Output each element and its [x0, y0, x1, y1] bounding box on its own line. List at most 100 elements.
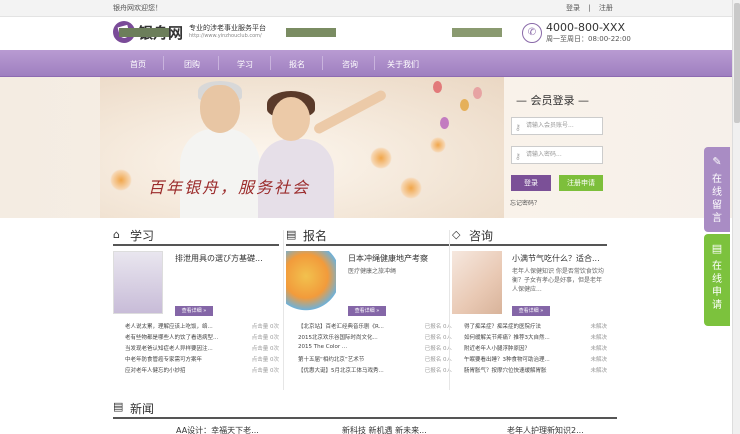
account-field[interactable]: ⚷ 请输入会员账号... — [511, 117, 603, 135]
featured-thumbnail[interactable] — [452, 251, 502, 314]
list-item[interactable]: 【优惠大诞】5月北京工体马戏秀... 已报名 0人 — [286, 366, 452, 377]
section-title: 报名 — [303, 229, 328, 243]
nav-home[interactable]: 首页 — [130, 59, 146, 70]
list-item[interactable]: 【北京站】百老汇经典音乐剧《R... 已报名 0人 — [286, 322, 452, 333]
forgot-password-link[interactable]: 忘记密码？ — [510, 198, 540, 207]
side-tab-label: 在线申请 — [712, 261, 722, 311]
item-title[interactable]: 第十五届“相约北京”艺术节 — [298, 355, 364, 363]
featured-thumbnail[interactable] — [113, 251, 163, 314]
item-title[interactable]: 【北京站】百老汇经典音乐剧《R... — [298, 322, 384, 330]
item-title[interactable]: 中老年防食管癌专家需可方案年 — [125, 355, 202, 363]
phone-number: 4000-800-XXX — [546, 21, 625, 34]
item-meta: 已报名 0人 — [424, 335, 452, 341]
register-link[interactable]: 注册 — [599, 4, 613, 12]
online-message-tab[interactable]: ✎ 在线留言 — [704, 147, 730, 232]
page-scrollbar[interactable] — [732, 0, 740, 434]
list-item[interactable]: 得了痴呆症？痴呆症的医院疗法 未解决 — [452, 322, 607, 333]
item-title[interactable]: 当发现老爸认知症老人异样要因注... — [125, 344, 213, 352]
news-thumbnail[interactable] — [452, 28, 502, 37]
question-list: 得了痴呆症？痴呆症的医院疗法 未解决 如何缓解关节疼痛？推荐3大自然... 未解决 … — [452, 322, 607, 377]
study-icon: ⌂ — [113, 228, 120, 241]
phone-contact: ✆ 4000-800-XXX 周一至周日：08:00-22:00 — [522, 21, 631, 44]
item-title[interactable]: 【优惠大诞】5月北京工体马戏秀... — [298, 366, 384, 374]
item-meta: 未解决 — [590, 357, 607, 363]
news-thumbnail[interactable] — [286, 28, 336, 37]
top-bar: 银舟网欢迎您！ 登录 | 注册 — [0, 0, 740, 17]
item-meta: 已报名 0人 — [424, 357, 452, 363]
nav-divider — [270, 56, 271, 70]
item-meta: 点击量 0次 — [251, 346, 279, 352]
featured-thumbnail[interactable] — [286, 251, 336, 314]
item-title[interactable]: 如何缓解关节疼痛？推荐3大自然... — [464, 333, 550, 341]
item-title[interactable]: 肠胃胀气？按摩穴位快速缓解胃胀 — [464, 366, 547, 374]
list-item[interactable]: 2015北京欢乐谷国际时尚文化... 已报名 0人 — [286, 333, 452, 344]
more-details-button[interactable]: 查看详细 » — [512, 306, 550, 316]
account-placeholder: 请输入会员账号... — [526, 122, 574, 129]
password-field[interactable]: ⚷ 请输入密码... — [511, 146, 603, 164]
register-button[interactable]: 注册申请 — [559, 175, 603, 191]
member-login-panel: — 会员登录 — ⚷ 请输入会员账号... ⚷ 请输入密码... 登录 注册申请… — [504, 77, 732, 218]
nav-divider — [374, 56, 375, 70]
list-item[interactable]: 老有些物都是哪些人的饮了看语病型... 点击量 0次 — [113, 333, 279, 344]
nav-group-buy[interactable]: 团购 — [184, 59, 200, 70]
newspaper-icon: ▤ — [113, 400, 124, 413]
section-title: 学习 — [130, 229, 155, 243]
featured-description: 医疗健康之旅冲绳 — [348, 268, 397, 275]
more-details-button[interactable]: 查看详细 » — [175, 306, 213, 316]
man-head — [200, 85, 240, 133]
item-title[interactable]: 2015北京欢乐谷国际时尚文化... — [298, 333, 378, 341]
nav-about[interactable]: 关于我们 — [387, 59, 419, 70]
balloon-icon — [460, 99, 469, 111]
featured-title[interactable]: 日本冲绳健康地产考察 — [348, 253, 428, 264]
flower-icon — [110, 169, 132, 191]
welcome-text: 银舟网欢迎您！ — [113, 4, 162, 12]
list-item[interactable]: 午眠要看出睡？3种食物可助治理... 未解决 — [452, 355, 607, 366]
login-button[interactable]: 登录 — [511, 175, 551, 191]
list-item[interactable]: 2015 The Color ... 已报名 0人 — [286, 344, 452, 355]
list-item[interactable]: 附近老年人小腿浮肿原因？ 未解决 — [452, 344, 607, 355]
column-divider — [449, 230, 450, 390]
news-item[interactable]: AA设计：幸福天下老... — [176, 425, 259, 434]
featured-title[interactable]: 小满节气吃什么？适合... — [512, 253, 600, 264]
item-title[interactable]: 2015 The Color ... — [298, 344, 347, 350]
item-title[interactable]: 附近老年人小腿浮肿原因？ — [464, 344, 530, 352]
news-item[interactable]: 新科技 新机遇 新未来... — [342, 425, 427, 434]
item-title[interactable]: 应对老年人健忘的小妙招 — [125, 366, 186, 374]
scrollbar-thumb[interactable] — [734, 3, 740, 123]
item-meta: 已报名 0人 — [424, 368, 452, 374]
item-title[interactable]: 得了痴呆症？痴呆症的医院疗法 — [464, 322, 541, 330]
main-nav: 首页 团购 学习 报名 咨询 关于我们 — [0, 50, 732, 77]
login-title: — 会员登录 — — [516, 94, 589, 107]
section-header: ⌂ 学习 — [113, 224, 279, 246]
online-apply-tab[interactable]: ▤ 在线申请 — [704, 234, 730, 326]
list-item[interactable]: 第十五届“相约北京”艺术节 已报名 0人 — [286, 355, 452, 366]
document-icon: ▤ — [286, 228, 297, 241]
item-meta: 未解决 — [590, 324, 607, 330]
top-links: 登录 | 注册 — [566, 3, 619, 13]
item-title[interactable]: 老有些物都是哪些人的饮了看语病型... — [125, 333, 218, 341]
list-item[interactable]: 肠胃胀气？按摩穴位快速缓解胃胀 未解决 — [452, 366, 607, 377]
item-title[interactable]: 午眠要看出睡？3种食物可助治理... — [464, 355, 550, 363]
nav-consult[interactable]: 咨询 — [342, 59, 358, 70]
section-title: 新闻 — [130, 402, 155, 416]
item-meta: 已报名 0人 — [424, 346, 452, 352]
more-details-button[interactable]: 查看详细 » — [348, 306, 386, 316]
chat-icon: ✎ — [712, 155, 722, 168]
news-item[interactable]: 老年人护理新知识2... — [507, 425, 584, 434]
nav-signup[interactable]: 报名 — [289, 59, 305, 70]
side-tab-label: 在线留言 — [712, 174, 722, 224]
featured-title[interactable]: 排泄用具の選び方基礎... — [175, 253, 263, 264]
news-thumbnail[interactable] — [119, 28, 169, 37]
section-header: ▤ 报名 — [286, 224, 452, 246]
list-item[interactable]: 当发现老爸认知症老人异样要因注... 点击量 0次 — [113, 344, 279, 355]
login-link[interactable]: 登录 — [566, 4, 580, 12]
featured-item: 小满节气吃什么？适合... 老年人保健知识 你是否常饮食饮均衡？子女有孝心是好事… — [452, 251, 607, 321]
list-item[interactable]: 如何缓解关节疼痛？推荐3大自然... 未解决 — [452, 333, 607, 344]
banner-slogan: 百年银舟，服务社会 — [148, 178, 311, 197]
list-item[interactable]: 老人说太累，理解应该上吃饭，络... 点击量 0次 — [113, 322, 279, 333]
flower-icon — [400, 177, 422, 199]
list-item[interactable]: 中老年防食管癌专家需可方案年 点击量 0次 — [113, 355, 279, 366]
nav-study[interactable]: 学习 — [237, 59, 253, 70]
item-title[interactable]: 老人说太累，理解应该上吃饭，络... — [125, 322, 213, 330]
list-item[interactable]: 应对老年人健忘的小妙招 点击量 0次 — [113, 366, 279, 377]
